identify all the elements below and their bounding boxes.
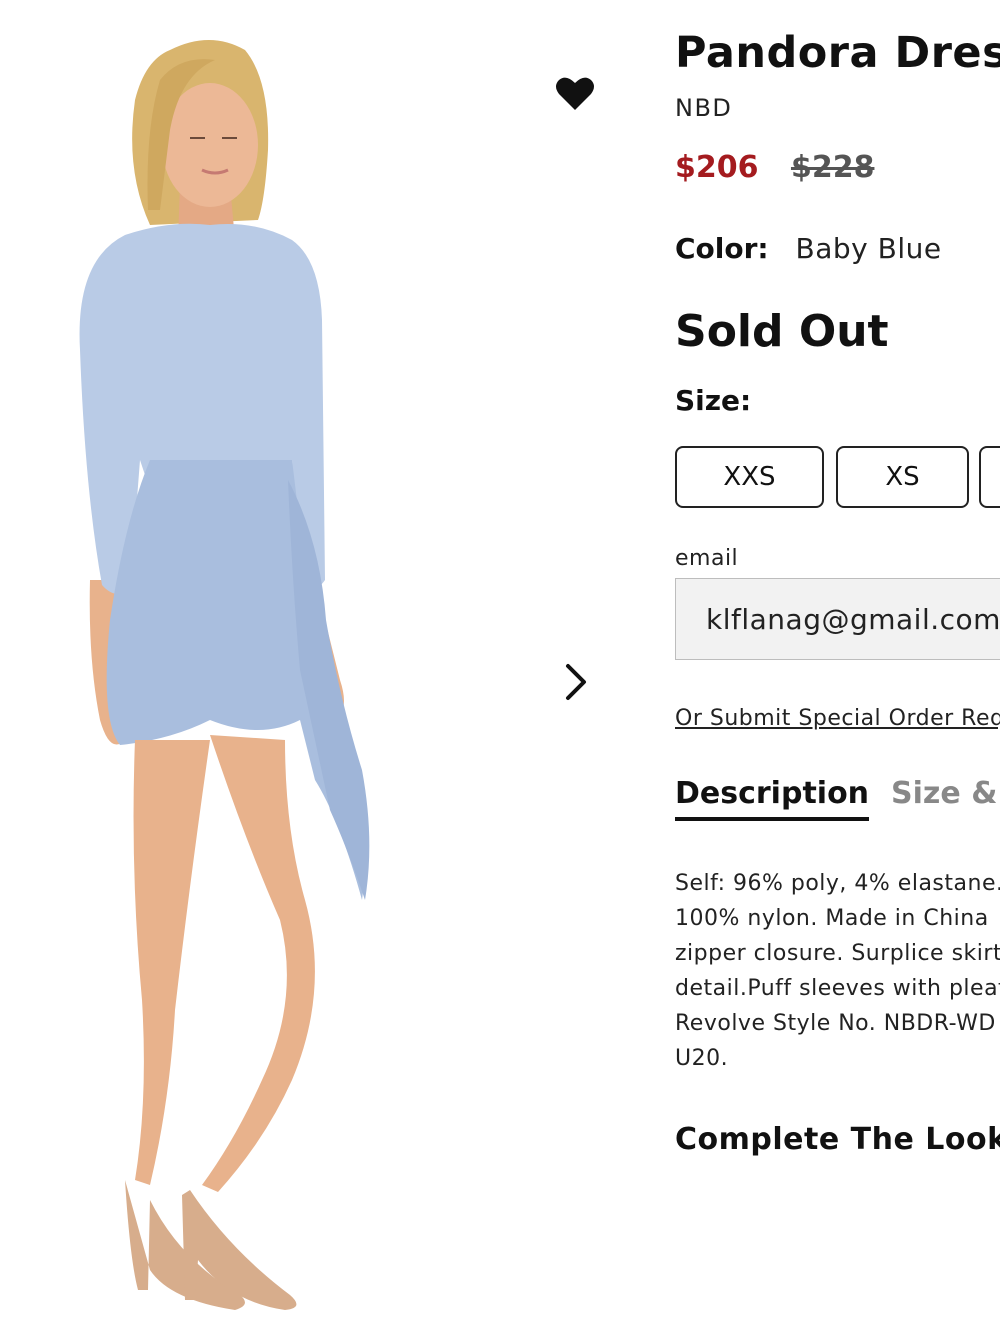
product-image (79, 40, 370, 1310)
brand-name[interactable]: NBD (675, 94, 732, 122)
email-field[interactable] (675, 578, 1000, 660)
heart-icon[interactable] (553, 72, 597, 116)
description-line: U20. (675, 1046, 729, 1071)
product-title: Pandora Dress (675, 28, 1000, 78)
description-text: Self: 96% poly, 4% elastane. 100% nylon.… (675, 866, 1000, 1076)
description-line: Revolve Style No. NBDR-WD (675, 1011, 996, 1036)
product-info: Pandora Dress NBD $206 $228 Color: Baby … (675, 0, 1000, 1333)
info-tabs: Description Size & Fit (675, 776, 1000, 826)
color-value: Baby Blue (795, 232, 942, 265)
color-row: Color: Baby Blue (675, 232, 942, 265)
size-button-xs[interactable]: XS (836, 446, 969, 508)
price-row: $206 $228 (675, 150, 874, 185)
description-line: 100% nylon. Made in China (675, 906, 989, 931)
availability-status: Sold Out (675, 306, 889, 357)
size-button-xxs[interactable]: XXS (675, 446, 824, 508)
size-button-s[interactable] (979, 446, 1000, 508)
color-label: Color: (675, 232, 769, 265)
size-label: Size: (675, 384, 752, 417)
tab-size-fit[interactable]: Size & Fit (891, 776, 1000, 817)
description-line: zipper closure. Surplice skirt (675, 941, 1000, 966)
size-selector: XXS XS (675, 446, 1000, 512)
chevron-right-icon[interactable] (556, 660, 596, 704)
original-price: $228 (790, 150, 875, 185)
description-line: detail.Puff sleeves with pleat (675, 976, 1000, 1001)
email-label: email (675, 546, 739, 571)
sale-price: $206 (675, 150, 759, 185)
special-order-link[interactable]: Or Submit Special Order Request (675, 706, 1000, 731)
complete-the-look-heading: Complete The Look (675, 1122, 1000, 1157)
tab-description[interactable]: Description (675, 776, 870, 821)
product-gallery (0, 0, 640, 1333)
description-line: Self: 96% poly, 4% elastane. (675, 871, 1000, 896)
